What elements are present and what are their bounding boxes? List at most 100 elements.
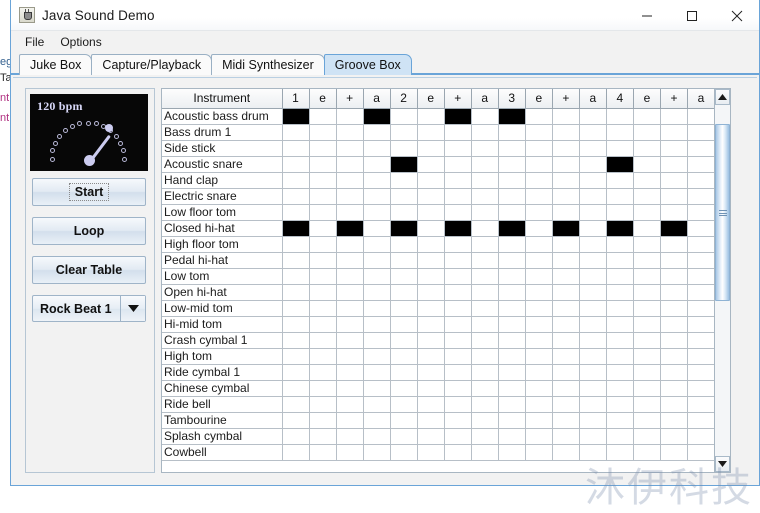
beat-cell[interactable] [282,380,310,397]
beat-cell[interactable] [579,300,607,317]
beat-cell[interactable] [390,108,418,125]
beat-cell[interactable] [579,412,607,429]
beat-cell[interactable] [471,316,499,333]
beat-cell[interactable] [633,108,661,125]
beat-cell[interactable] [282,444,310,461]
column-header-beat-16[interactable]: a [687,89,716,109]
beat-cell[interactable] [606,332,634,349]
beat-cell[interactable] [687,188,716,205]
beat-cell[interactable] [282,396,310,413]
beat-cell[interactable] [606,364,634,381]
beat-cell[interactable] [552,284,580,301]
beat-cell[interactable] [336,204,364,221]
beat-cell[interactable] [525,332,553,349]
beat-cell[interactable] [660,124,688,141]
beat-cell[interactable] [525,300,553,317]
beat-cell[interactable] [687,220,716,237]
instrument-name-cell[interactable]: Low floor tom [162,204,283,221]
beat-cell[interactable] [417,140,445,157]
instrument-name-cell[interactable]: Cowbell [162,444,283,461]
column-header-beat-9[interactable]: 3 [498,89,526,109]
instrument-name-cell[interactable]: Acoustic snare [162,156,283,173]
beat-cell[interactable] [606,412,634,429]
beat-cell[interactable] [471,284,499,301]
beat-cell[interactable] [309,268,337,285]
beat-cell[interactable] [579,380,607,397]
beat-cell[interactable] [552,204,580,221]
beat-cell[interactable] [309,316,337,333]
beat-cell[interactable] [417,316,445,333]
beat-cell[interactable] [660,284,688,301]
beat-cell[interactable] [309,140,337,157]
column-header-beat-15[interactable]: + [660,89,688,109]
beat-cell[interactable] [633,140,661,157]
beat-cell[interactable] [309,156,337,173]
beat-cell[interactable] [471,444,499,461]
beat-cell[interactable] [660,444,688,461]
beat-cell[interactable] [390,252,418,269]
beat-cell[interactable] [552,236,580,253]
beat-cell[interactable] [525,156,553,173]
beat-cell[interactable] [282,236,310,253]
beat-cell[interactable] [579,252,607,269]
beat-cell[interactable] [525,444,553,461]
beat-cell[interactable] [606,108,634,125]
beat-cell[interactable] [579,220,607,237]
beat-cell[interactable] [309,188,337,205]
beat-cell[interactable] [687,316,716,333]
beat-cell[interactable] [471,108,499,125]
beat-cell[interactable] [309,412,337,429]
beat-cell[interactable] [660,172,688,189]
beat-cell[interactable] [660,268,688,285]
beat-cell[interactable] [390,188,418,205]
beat-cell[interactable] [282,140,310,157]
beat-cell[interactable] [363,300,391,317]
beat-cell[interactable] [417,348,445,365]
instrument-name-cell[interactable]: Hand clap [162,172,283,189]
beat-cell[interactable] [525,284,553,301]
beat-cell[interactable] [444,284,472,301]
beat-cell[interactable] [417,268,445,285]
column-header-beat-8[interactable]: a [471,89,499,109]
beat-cell[interactable] [444,412,472,429]
beat-cell[interactable] [525,140,553,157]
beat-cell[interactable] [363,380,391,397]
beat-cell[interactable] [444,332,472,349]
beat-cell[interactable] [660,332,688,349]
beat-cell[interactable] [309,204,337,221]
beat-cell[interactable] [633,252,661,269]
beat-cell[interactable] [471,364,499,381]
beat-cell[interactable] [309,444,337,461]
beat-cell[interactable] [417,124,445,141]
beat-cell[interactable] [606,348,634,365]
beat-cell[interactable] [660,204,688,221]
beat-cell[interactable] [417,396,445,413]
beat-cell[interactable] [633,236,661,253]
vertical-scrollbar[interactable] [714,89,730,472]
beat-cell[interactable] [579,188,607,205]
beat-cell[interactable] [498,268,526,285]
beat-cell[interactable] [282,204,310,221]
beat-cell[interactable] [282,300,310,317]
beat-cell[interactable] [660,140,688,157]
beat-cell[interactable] [687,412,716,429]
beat-cell[interactable] [498,156,526,173]
beat-cell[interactable] [417,236,445,253]
beat-cell[interactable] [390,236,418,253]
beat-cell[interactable] [606,380,634,397]
beat-cell[interactable] [606,268,634,285]
beat-cell[interactable] [525,364,553,381]
beat-cell[interactable] [444,140,472,157]
beat-cell[interactable] [282,172,310,189]
beat-cell[interactable] [336,236,364,253]
beat-cell[interactable] [606,284,634,301]
beat-cell[interactable] [417,252,445,269]
instrument-name-cell[interactable]: Chinese cymbal [162,380,283,397]
beat-cell[interactable] [552,268,580,285]
beat-cell[interactable] [660,252,688,269]
beat-cell[interactable] [498,300,526,317]
tab-midi-synthesizer[interactable]: Midi Synthesizer [211,54,325,75]
beat-cell[interactable] [552,300,580,317]
beat-cell[interactable] [471,396,499,413]
beat-cell[interactable] [525,204,553,221]
